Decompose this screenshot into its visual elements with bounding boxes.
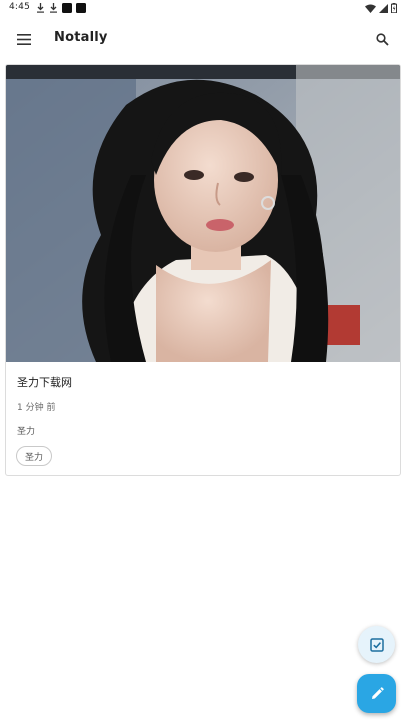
portrait-photo [6,65,400,362]
search-icon [375,32,389,46]
menu-button[interactable] [11,26,37,52]
wifi-icon [365,4,376,13]
note-label-chip: 圣力 [16,446,53,466]
notification-icons [36,3,86,13]
app-title: Notally [54,30,108,45]
new-note-button[interactable] [357,674,396,713]
note-timestamp: 1 分钟 前 [17,403,56,413]
edit-pencil-icon [371,686,384,699]
system-icons [365,3,397,13]
note-body: 圣力 [17,427,36,437]
status-time: 4:45 [9,2,31,12]
note-image [6,65,400,362]
download-icon [50,3,57,13]
app-notification-icon [62,3,72,13]
search-button[interactable] [369,26,395,52]
note-card[interactable]: 圣力下载网 1 分钟 前 圣力 圣力 [5,64,401,476]
signal-icon [379,3,388,13]
app-notification-icon [76,3,86,13]
new-checklist-button[interactable] [358,626,395,663]
note-title: 圣力下载网 [17,376,72,389]
top-app-bar: Notally [0,18,406,60]
battery-icon [391,3,397,13]
download-icon [37,3,44,13]
status-bar: 4:45 [0,0,406,18]
menu-icon [17,33,31,45]
checklist-icon [369,637,384,652]
